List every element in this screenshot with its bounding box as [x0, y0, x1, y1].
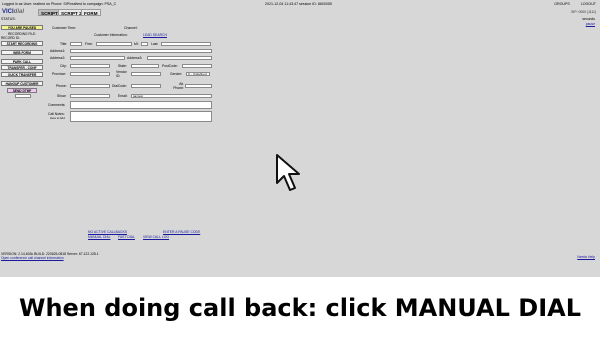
mi-label: MI:	[134, 42, 139, 46]
session-info: 2021-12-04 11:43:47 session ID: 8600055	[265, 2, 332, 6]
send-dtmf-button[interactable]: SEND DTMF	[7, 87, 37, 93]
start-recording-button[interactable]: START RECORDING	[1, 40, 43, 46]
state-label: State:	[118, 64, 127, 68]
transfer-conf-button[interactable]: TRANSFER - CONF	[1, 65, 43, 71]
dialcode-label: DialCode:	[112, 84, 127, 88]
customer-time-label: Customer Time:	[52, 26, 76, 30]
address1-input[interactable]	[70, 49, 212, 53]
status-right: seconds pause	[582, 17, 595, 27]
top-links: GROUPS LOGOUT	[544, 0, 596, 8]
vendor-id-input[interactable]	[131, 72, 161, 76]
call-notes-textarea[interactable]	[70, 111, 212, 122]
city-label: City:	[60, 64, 67, 68]
address1-label: Address1:	[50, 49, 66, 53]
web-form-button[interactable]: WEB FORM	[1, 49, 43, 55]
quick-transfer-button[interactable]: QUICK TRANSFER	[1, 71, 43, 77]
pause-link[interactable]: pause	[582, 22, 595, 27]
show-input[interactable]	[70, 94, 110, 98]
caption-text: When doing call back: click MANUAL DIAL	[0, 277, 600, 338]
manual-dial-link[interactable]: MANUAL DIAL	[88, 235, 110, 240]
province-label: Province:	[52, 72, 67, 76]
gender-select[interactable]: U - Undefined	[186, 72, 210, 76]
lead-search-link[interactable]: LEAD SEARCH	[143, 33, 167, 37]
email-input[interactable]: tamtest	[131, 94, 212, 98]
postcode-input[interactable]	[182, 64, 212, 68]
show-label: Show:	[57, 94, 67, 98]
channel-label: Channel:	[124, 26, 138, 30]
comments-textarea[interactable]	[70, 101, 212, 109]
login-info: Logged in as User: realtest on Phone: SI…	[2, 2, 117, 6]
address2-label: Address2:	[50, 56, 66, 60]
alt-phone-label: Alt. Phone:	[173, 82, 184, 90]
fast-dial-link[interactable]: FAST DIAL	[118, 235, 135, 240]
logout-link[interactable]: LOGOUT	[581, 2, 596, 6]
first-label: First:	[85, 42, 93, 46]
province-input[interactable]	[70, 72, 110, 76]
phone-input[interactable]	[70, 84, 110, 88]
mi-input[interactable]	[141, 42, 148, 46]
email-label: Email:	[118, 94, 128, 98]
vendor-id-label: Vendor ID:	[116, 70, 127, 78]
logo-main: VICI	[2, 9, 14, 15]
conference-info-link[interactable]: Open conference call channel information	[1, 256, 99, 260]
view-call-log-link[interactable]: VIEW CALL LOG	[143, 235, 169, 240]
gender-label: Gender:	[170, 72, 183, 76]
status-label: STATUS:	[1, 17, 16, 21]
vicidial-logo: VICIdial	[2, 8, 24, 17]
first-name-input[interactable]	[96, 42, 132, 46]
groups-link[interactable]: GROUPS	[554, 2, 570, 6]
tab-form[interactable]: FORM	[81, 9, 101, 16]
customer-information-label: Customer Information:	[94, 33, 128, 37]
dialcode-input[interactable]	[131, 84, 161, 88]
agent-screen: Logged in as User: realtest on Phone: SI…	[0, 0, 600, 277]
state-input[interactable]	[131, 64, 159, 68]
last-label: Last:	[151, 42, 159, 46]
postcode-label: PostCode:	[162, 64, 178, 68]
phone-label: Phone:	[56, 84, 67, 88]
address3-input[interactable]	[147, 56, 212, 60]
park-call-button[interactable]: PARK CALL	[1, 58, 43, 64]
mouse-pointer-icon	[276, 154, 300, 191]
logo-sub: dial	[13, 9, 25, 15]
comments-label: Comments:	[48, 103, 66, 107]
address2-input[interactable]	[70, 56, 125, 60]
hangup-customer-button[interactable]: HANGUP CUSTOMER	[1, 80, 43, 86]
city-input[interactable]	[70, 64, 110, 68]
footer-info: VERSION: 2.14-603c BUILD: 220625-0818 Se…	[1, 252, 99, 260]
left-panel: YOU ARE PAUSED RECORDING FILE: RECORD ID…	[1, 25, 43, 99]
last-name-input[interactable]	[161, 42, 211, 46]
top-status-strip: Logged in as User: realtest on Phone: SI…	[0, 0, 600, 8]
help-link[interactable]: Needs Help	[577, 255, 595, 259]
title-input[interactable]	[70, 42, 82, 46]
call-notes-sub: Here to Add	[50, 116, 65, 120]
title-label: Title:	[60, 42, 68, 46]
phone-info: SIP: 0000 (1111)	[571, 10, 596, 14]
paused-button[interactable]: YOU ARE PAUSED	[1, 25, 43, 30]
address3-label: Address3:	[127, 56, 143, 60]
nav-bar: VICIdial SCRIPT SCRIPT 2 FORM SIP: 0000 …	[0, 8, 600, 17]
alt-phone-input[interactable]	[185, 84, 212, 88]
dtmf-input[interactable]	[15, 94, 31, 99]
